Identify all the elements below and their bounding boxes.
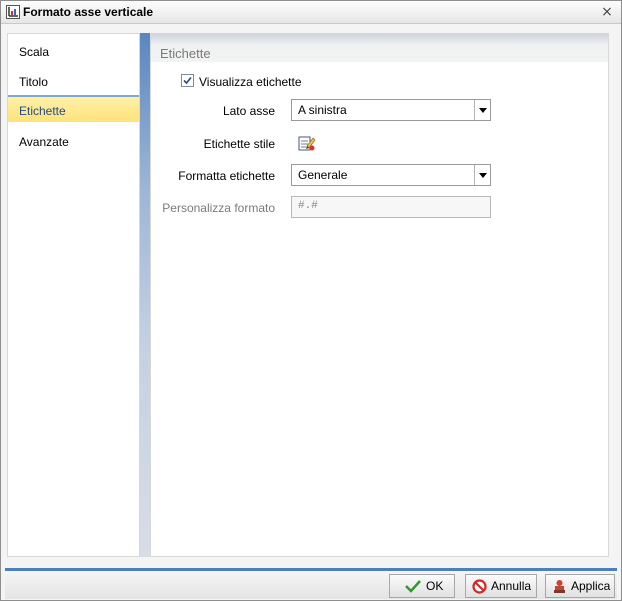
axis-side-label: Lato asse	[222, 104, 275, 118]
cancel-button-label: Annulla	[491, 579, 532, 593]
settings-panel: Etichette Visualizza etichette Lato asse…	[150, 33, 609, 557]
chevron-down-icon[interactable]	[474, 165, 490, 185]
cancel-button[interactable]: Annulla	[465, 574, 537, 598]
nav-item-titolo[interactable]: Titolo	[8, 68, 139, 95]
axis-side-select[interactable]: A sinistra	[291, 99, 491, 121]
ok-button[interactable]: OK	[389, 574, 455, 598]
ok-button-label: OK	[426, 579, 444, 593]
label-format-value: Generale	[298, 168, 348, 182]
panel-title: Etichette	[160, 46, 211, 61]
cancel-icon	[472, 578, 487, 594]
label-format-select[interactable]: Generale	[291, 164, 491, 186]
axis-side-value: A sinistra	[298, 103, 347, 117]
show-labels-checkbox[interactable]	[181, 74, 194, 87]
nav-item-avanzate[interactable]: Avanzate	[8, 128, 139, 155]
checkmark-icon	[183, 76, 192, 85]
checkmark-icon	[405, 580, 421, 593]
chevron-down-icon[interactable]	[474, 100, 490, 120]
panel-divider	[140, 33, 150, 557]
custom-format-label: Personalizza formato	[162, 201, 275, 215]
window-title: Formato asse verticale	[23, 5, 154, 19]
title-bar[interactable]: Formato asse verticale ×	[1, 1, 621, 24]
style-edit-icon[interactable]	[298, 134, 316, 152]
label-format-label: Formatta etichette	[178, 169, 275, 183]
format-vertical-axis-dialog: Formato asse verticale × Scala Titolo Et…	[0, 0, 622, 601]
panel-header: Etichette	[151, 34, 608, 62]
apply-button-label: Applica	[571, 579, 611, 593]
show-labels-label: Visualizza etichette	[199, 75, 302, 89]
nav-item-scala[interactable]: Scala	[8, 38, 139, 65]
category-nav: Scala Titolo Etichette Avanzate	[7, 33, 140, 557]
apply-icon	[554, 579, 565, 593]
apply-button[interactable]: Applica	[545, 574, 615, 598]
label-style-label: Etichette stile	[203, 137, 275, 151]
nav-item-etichette[interactable]: Etichette	[8, 95, 139, 122]
chart-axis-icon	[6, 5, 20, 19]
close-icon[interactable]: ×	[599, 4, 615, 20]
custom-format-input[interactable]: #.#	[291, 196, 491, 218]
